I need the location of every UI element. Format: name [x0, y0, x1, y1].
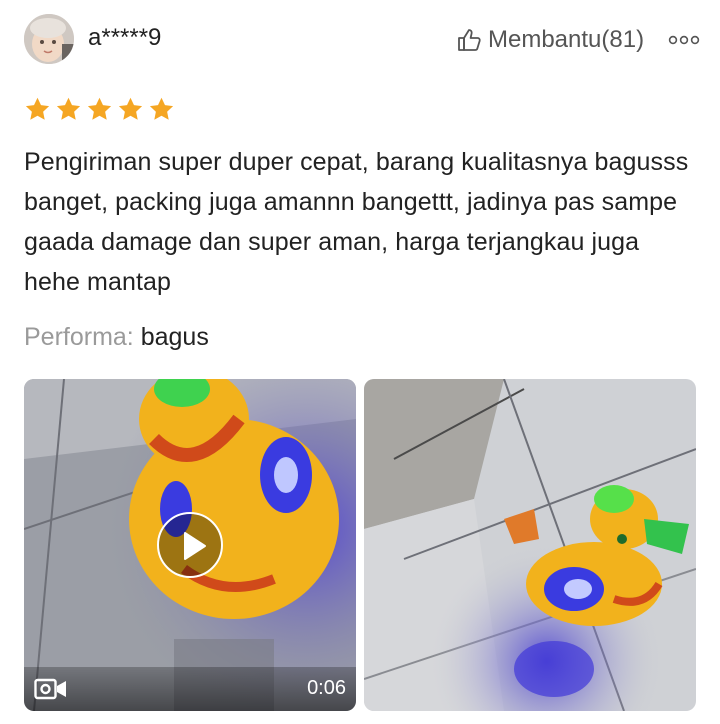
thumbs-up-icon [458, 29, 481, 51]
video-info-bar: 0:06 [24, 667, 356, 711]
review-text: Pengiriman super duper cepat, barang kua… [24, 148, 689, 296]
performance-attribute: Performa: bagus [24, 320, 209, 354]
star-icon [25, 97, 50, 120]
review-header: a*****9 Membantu(81) [0, 0, 720, 80]
review-video-thumbnail[interactable]: 0:06 [24, 379, 356, 711]
video-camera-icon [34, 678, 66, 700]
helpful-count: Membantu(81) [488, 26, 645, 53]
video-duration: 0:06 [307, 677, 346, 699]
star-icon [56, 97, 81, 120]
star-rating [24, 96, 175, 123]
performance-value: bagus [140, 323, 209, 351]
helpful-button[interactable]: Membantu(81) [456, 26, 644, 54]
play-icon [184, 532, 206, 560]
avatar[interactable] [24, 14, 74, 64]
more-dots-icon[interactable] [668, 30, 700, 50]
star-icon [87, 97, 112, 120]
username: a*****9 [88, 24, 162, 51]
star-icon [149, 97, 174, 120]
review-photo-image [364, 379, 696, 711]
star-icon [118, 97, 143, 120]
review-photo-thumbnail[interactable] [364, 379, 696, 711]
performance-label: Performa: [24, 323, 134, 351]
play-button[interactable] [157, 512, 223, 578]
